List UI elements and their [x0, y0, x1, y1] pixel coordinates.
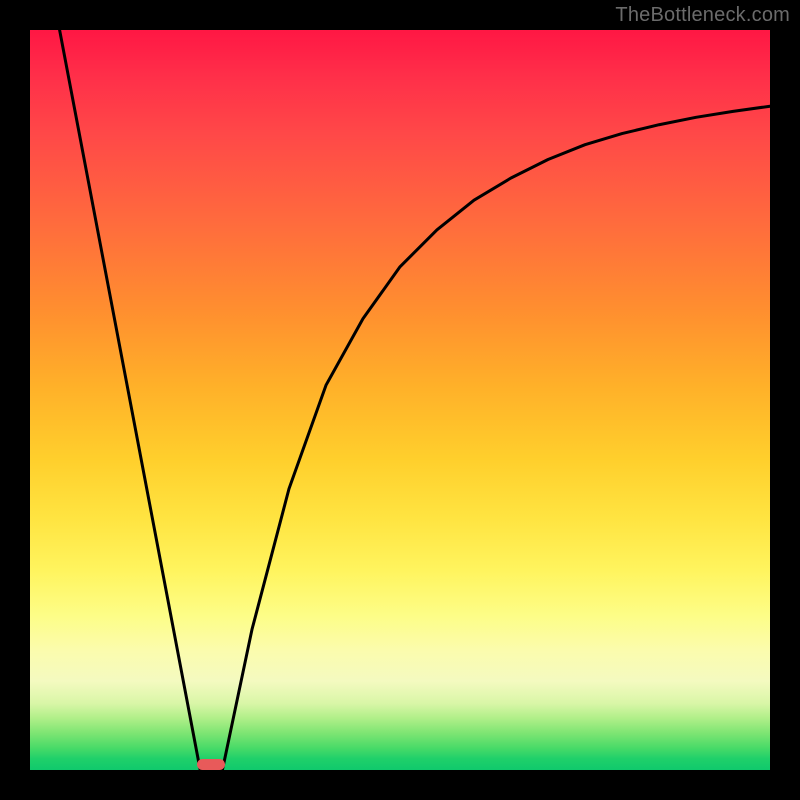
curve-layer — [30, 30, 770, 770]
watermark-text: TheBottleneck.com — [615, 4, 790, 27]
curve-path — [60, 30, 770, 770]
chart-frame: TheBottleneck.com — [0, 0, 800, 800]
plot-area — [30, 30, 770, 770]
bottleneck-marker — [197, 759, 225, 770]
